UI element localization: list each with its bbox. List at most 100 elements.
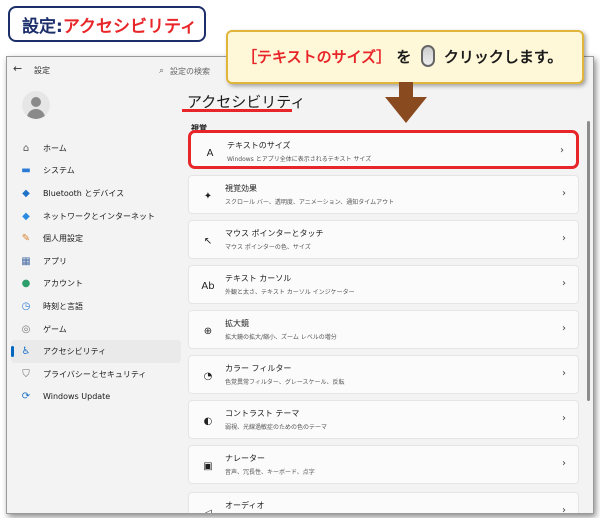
callout-text: ［テキストのサイズ］ を クリックします。 bbox=[242, 44, 563, 69]
sidebar-item-label: アプリ bbox=[43, 256, 67, 266]
card-description: 外観と太さ、テキスト カーソル インジケーター bbox=[225, 289, 355, 296]
avatar-head bbox=[31, 97, 41, 107]
title-underline-annotation bbox=[182, 109, 292, 112]
title-badge-page: アクセシビリティ bbox=[62, 16, 197, 37]
sidebar-item-9[interactable]: ♿ アクセシビリティ bbox=[11, 340, 181, 363]
color-filter-icon: ◔ bbox=[203, 370, 213, 382]
callout-particle: を bbox=[396, 48, 412, 66]
sidebar-item-label: 個人用設定 bbox=[43, 234, 83, 244]
settings-card-3[interactable]: Ab テキスト カーソル 外観と太さ、テキスト カーソル インジケーター › bbox=[188, 265, 579, 304]
settings-card-7[interactable]: ▣ ナレーター音声、冗長性、キーボード、点字 › bbox=[188, 445, 579, 484]
card-title: テキストのサイズ bbox=[227, 141, 291, 150]
settings-card-0[interactable]: A テキストのサイズ Windows とアプリ全体に表示されるテキスト サイズ › bbox=[188, 130, 579, 169]
bluetooth-icon: ◆ bbox=[22, 187, 30, 199]
card-description: 弱視、光線過敏症のための色のテーマ bbox=[225, 424, 328, 431]
card-text: ナレーター音声、冗長性、キーボード、点字 bbox=[225, 453, 315, 476]
chevron-right-icon: › bbox=[562, 458, 566, 469]
sidebar-item-label: Bluetooth とデバイス bbox=[43, 188, 125, 198]
network-icon: ◆ bbox=[22, 210, 30, 222]
chevron-right-icon: › bbox=[560, 145, 564, 156]
sidebar-item-label: ホーム bbox=[43, 143, 67, 153]
user-avatar[interactable] bbox=[22, 91, 50, 119]
sidebar-item-label: Windows Update bbox=[43, 392, 111, 402]
screenshot-stage: 設定: アクセシビリティ ← 設定 ⌕ 設定の検索 ⌂ ホーム ▬ システム ◆ Blue… bbox=[0, 0, 600, 518]
settings-card-2[interactable]: ↖ マウス ポインターとタッチ マウス ポインターの色、サイズ › bbox=[188, 220, 579, 259]
card-description: スクロール バー、透明度、アニメーション、通知タイムアウト bbox=[225, 199, 395, 206]
settings-card-1[interactable]: ✦ 視覚効果 スクロール バー、透明度、アニメーション、通知タイムアウト › bbox=[188, 175, 579, 214]
callout-bracket-close: ］ bbox=[376, 48, 392, 66]
card-description: Windows とアプリ全体に表示されるテキスト サイズ bbox=[227, 156, 372, 163]
card-text: テキストのサイズ Windows とアプリ全体に表示されるテキスト サイズ bbox=[227, 140, 371, 163]
sidebar-item-2[interactable]: ◆ Bluetooth とデバイス bbox=[11, 182, 181, 205]
update-icon: ⟳ bbox=[21, 391, 31, 403]
home-icon: ⌂ bbox=[22, 142, 30, 154]
sidebar-item-11[interactable]: ⟳ Windows Update bbox=[11, 386, 181, 409]
card-title: カラー フィルター bbox=[225, 364, 292, 373]
avatar-body bbox=[27, 109, 45, 119]
settings-card-8[interactable]: ◁ オーディオ › bbox=[188, 492, 579, 514]
card-title: オーディオ bbox=[225, 501, 265, 510]
card-title: テキスト カーソル bbox=[225, 274, 292, 283]
clock-language-icon: ◷ bbox=[21, 300, 31, 312]
card-text: コントラスト テーマ弱視、光線過敏症のための色のテーマ bbox=[225, 408, 327, 431]
sidebar-item-label: アカウント bbox=[43, 279, 83, 289]
sidebar-nav: ⌂ ホーム ▬ システム ◆ Bluetooth とデバイス ◆ ネットワークとインターネット… bbox=[11, 137, 181, 408]
card-title: コントラスト テーマ bbox=[225, 409, 300, 418]
card-text: カラー フィルター色覚異常フィルター、グレースケール、反転 bbox=[225, 363, 345, 386]
search-placeholder: 設定の検索 bbox=[170, 66, 211, 76]
card-title: ナレーター bbox=[225, 454, 265, 463]
callout-action: クリック bbox=[443, 48, 504, 66]
mouse-pointer-icon: ↖ bbox=[203, 235, 213, 247]
audio-icon: ◁ bbox=[204, 507, 212, 514]
settings-card-4[interactable]: ⊕ 拡大鏡拡大鏡の拡大/縮小、ズーム レベルの増分 › bbox=[188, 310, 579, 349]
chevron-right-icon: › bbox=[562, 323, 566, 334]
sidebar-item-0[interactable]: ⌂ ホーム bbox=[11, 137, 181, 160]
sidebar-item-6[interactable]: ● アカウント bbox=[11, 273, 181, 296]
card-text: 視覚効果スクロール バー、透明度、アニメーション、通知タイムアウト bbox=[225, 183, 394, 206]
back-arrow-icon[interactable]: ← bbox=[13, 62, 22, 75]
card-description: 色覚異常フィルター、グレースケール、反転 bbox=[225, 379, 345, 386]
sidebar-item-5[interactable]: ▦ アプリ bbox=[11, 250, 181, 273]
settings-window: ← 設定 ⌕ 設定の検索 ⌂ ホーム ▬ システム ◆ Bluetooth とデバイス ◆ ネ… bbox=[6, 56, 594, 514]
sidebar-item-label: アクセシビリティ bbox=[43, 347, 107, 357]
settings-card-5[interactable]: ◔ カラー フィルター色覚異常フィルター、グレースケール、反転 › bbox=[188, 355, 579, 394]
callout-suffix: します。 bbox=[503, 48, 563, 66]
narrator-icon: ▣ bbox=[203, 460, 213, 472]
shield-icon: ⛉ bbox=[22, 368, 30, 380]
sidebar-item-label: ネットワークとインターネット bbox=[43, 211, 155, 221]
magnifier-icon: ⊕ bbox=[203, 325, 213, 337]
sidebar-item-7[interactable]: ◷ 時刻と言語 bbox=[11, 295, 181, 318]
chevron-right-icon: › bbox=[562, 233, 566, 244]
instruction-callout: ［テキストのサイズ］ を クリックします。 bbox=[226, 30, 584, 84]
sidebar-item-1[interactable]: ▬ システム bbox=[11, 160, 181, 183]
sidebar-item-label: プライバシーとセキュリティ bbox=[43, 369, 147, 379]
text-size-icon: A bbox=[206, 147, 214, 159]
sidebar-item-4[interactable]: ✎ 個人用設定 bbox=[11, 227, 181, 250]
card-text: 拡大鏡拡大鏡の拡大/縮小、ズーム レベルの増分 bbox=[225, 318, 337, 341]
card-title: 拡大鏡 bbox=[225, 319, 249, 328]
card-description: 音声、冗長性、キーボード、点字 bbox=[225, 469, 315, 476]
game-icon: ◎ bbox=[21, 323, 31, 335]
callout-bracket-open: ［ bbox=[242, 48, 258, 66]
accessibility-icon: ♿ bbox=[21, 346, 31, 358]
brush-icon: ✎ bbox=[21, 233, 31, 245]
scrollbar[interactable] bbox=[587, 121, 590, 401]
card-title: 視覚効果 bbox=[225, 184, 257, 193]
account-icon: ● bbox=[21, 278, 31, 290]
chevron-right-icon: › bbox=[562, 413, 566, 424]
card-title: マウス ポインターとタッチ bbox=[225, 229, 324, 238]
card-text: マウス ポインターとタッチ マウス ポインターの色、サイズ bbox=[225, 228, 324, 251]
chevron-right-icon: › bbox=[562, 368, 566, 379]
card-description: マウス ポインターの色、サイズ bbox=[225, 244, 311, 251]
chevron-right-icon: › bbox=[562, 278, 566, 289]
sidebar-item-8[interactable]: ◎ ゲーム bbox=[11, 318, 181, 341]
sidebar-item-10[interactable]: ⛉ プライバシーとセキュリティ bbox=[11, 363, 181, 386]
card-description: 拡大鏡の拡大/縮小、ズーム レベルの増分 bbox=[225, 334, 337, 341]
sidebar-item-3[interactable]: ◆ ネットワークとインターネット bbox=[11, 205, 181, 228]
card-text: テキスト カーソル外観と太さ、テキスト カーソル インジケーター bbox=[225, 273, 355, 296]
window-title: 設定 bbox=[34, 66, 50, 75]
settings-card-6[interactable]: ◐ コントラスト テーマ 弱視、光線過敏症のための色のテーマ › bbox=[188, 400, 579, 439]
sidebar-item-label: ゲーム bbox=[43, 324, 67, 334]
apps-icon: ▦ bbox=[21, 255, 31, 267]
down-arrow-icon bbox=[399, 82, 413, 98]
